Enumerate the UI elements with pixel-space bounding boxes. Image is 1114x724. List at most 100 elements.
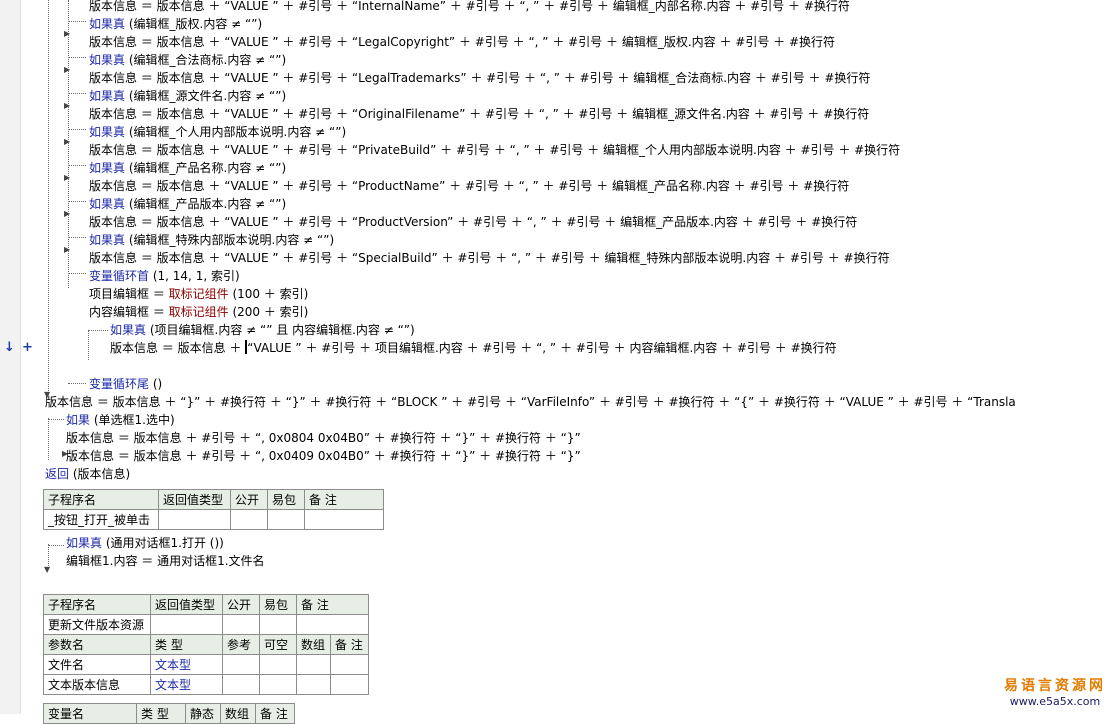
code-line[interactable]: 如果真 (编辑框_版权.内容 ≠ “”) (89, 15, 262, 33)
tree-guide-line (48, 544, 49, 566)
table-header: 备 注 (304, 489, 384, 510)
site-watermark: 易语言资源网 www.e5a5x.com (1004, 675, 1106, 708)
code-line[interactable]: 如果真 (项目编辑框.内容 ≠ “” 且 内容编辑框.内容 ≠ “”) (110, 321, 415, 339)
code-line[interactable]: 如果真 (编辑框_产品版本.内容 ≠ “”) (89, 195, 286, 213)
table-header: 公开 (230, 489, 268, 510)
code-line[interactable]: 版本信息 ＝ 版本信息 ＋ “VALUE ” ＋ #引号 ＋ “LegalCop… (89, 33, 835, 51)
code-line[interactable]: 如果 (单选框1.选中) (66, 411, 175, 429)
table-cell[interactable]: 文本型 (150, 674, 223, 695)
table-cell[interactable] (259, 654, 297, 675)
keyword-if-true: 如果真 (89, 17, 126, 31)
table-header: 参考 (222, 634, 260, 655)
code-line[interactable]: 如果真 (编辑框_源文件名.内容 ≠ “”) (89, 87, 286, 105)
code-line[interactable]: 如果真 (通用对话框1.打开 ()) (66, 534, 224, 552)
table-cell[interactable]: 文件名 (43, 654, 151, 675)
table-header: 数组 (295, 634, 332, 655)
flow-arrow-icon: ▶ (64, 65, 71, 74)
code-line[interactable]: 版本信息 ＝ 版本信息 ＋ “VALUE ” ＋ #引号 ＋ “Internal… (89, 0, 850, 15)
breakpoint-plus-icon[interactable]: + (22, 340, 33, 355)
table-header: 返回值类型 (150, 594, 223, 615)
execution-arrow-icon[interactable]: ↓ (4, 340, 15, 355)
table-cell[interactable] (222, 654, 260, 675)
keyword-if-true: 如果真 (89, 197, 126, 211)
table-cell[interactable]: 文本版本信息 (43, 674, 151, 695)
code-line[interactable]: 版本信息 ＝ 版本信息 ＋ “}” ＋ #换行符 ＋ “}” ＋ #换行符 ＋ … (45, 393, 1016, 411)
code-line[interactable]: 版本信息 ＝ 版本信息 ＋ “VALUE ” ＋ #引号 ＋ “PrivateB… (89, 141, 900, 159)
keyword-if-true: 如果真 (89, 161, 126, 175)
keyword-if-true: 如果真 (110, 323, 147, 337)
table-header: 返回值类型 (158, 489, 231, 510)
table-cell[interactable] (330, 654, 369, 675)
function-name: 取标记组件 (168, 287, 229, 301)
code-line[interactable]: 变量循环首 (1, 14, 1, 索引) (89, 267, 240, 285)
code-line[interactable]: 版本信息 ＝ 版本信息 ＋ #引号 ＋ “, 0x0804 0x04B0” ＋ … (66, 429, 581, 447)
table-header: 子程序名 (43, 594, 151, 615)
flow-arrow-icon: ▶ (64, 209, 71, 218)
table-header: 易包 (259, 594, 297, 615)
code-line[interactable]: 项目编辑框 ＝ 取标记组件 (100 ＋ 索引) (89, 285, 308, 303)
keyword-if: 如果 (66, 413, 91, 427)
function-name: 取标记组件 (168, 305, 229, 319)
keyword-return: 返回 (45, 467, 70, 481)
code-line[interactable]: 版本信息 ＝ 版本信息 ＋ “VALUE ” ＋ #引号 ＋ “SpecialB… (89, 249, 890, 267)
keyword-if-true: 如果真 (89, 89, 126, 103)
code-line[interactable]: 版本信息 ＝ 版本信息 ＋ “VALUE ” ＋ #引号 ＋ “Original… (89, 105, 869, 123)
code-line[interactable]: 如果真 (编辑框_产品名称.内容 ≠ “”) (89, 159, 286, 177)
table-header: 参数名 (43, 634, 151, 655)
flow-arrow-icon: ▶ (64, 173, 71, 182)
table-cell[interactable] (230, 509, 268, 530)
code-line[interactable]: 如果真 (编辑框_个人用内部版本说明.内容 ≠ “”) (89, 123, 346, 141)
code-line[interactable]: 返回 (版本信息) (45, 465, 130, 483)
table-cell[interactable] (259, 614, 297, 635)
keyword-if-true: 如果真 (89, 233, 126, 247)
table-cell[interactable] (259, 674, 297, 695)
table-header: 公开 (222, 594, 260, 615)
code-line[interactable]: 版本信息 ＝ 版本信息 ＋ “VALUE ” ＋ #引号 ＋ “ProductV… (89, 213, 857, 231)
table-cell[interactable] (222, 614, 260, 635)
table-header: 易包 (267, 489, 305, 510)
code-line[interactable]: 编辑框1.内容 ＝ 通用对话框1.文件名 (66, 552, 265, 570)
table-cell[interactable] (295, 674, 332, 695)
table-header: 备 注 (330, 634, 369, 655)
code-line[interactable]: 版本信息 ＝ 版本信息 ＋ #引号 ＋ “, 0x0409 0x04B0” ＋ … (66, 447, 581, 465)
flow-arrow-icon: ▶ (64, 29, 71, 38)
table-cell[interactable] (150, 614, 223, 635)
subroutine-table-update-resource: 子程序名 返回值类型 公开 易包 备 注 更新文件版本资源 参数名 类 型 参考… (43, 594, 369, 695)
flow-arrow-icon: ▶ (64, 101, 71, 110)
keyword-loop-end: 变量循环尾 (89, 377, 150, 391)
table-header: 子程序名 (43, 489, 159, 510)
keyword-if-true: 如果真 (89, 125, 126, 139)
table-cell[interactable] (330, 674, 369, 695)
table-cell[interactable]: 文本型 (150, 654, 223, 675)
table-cell[interactable]: 更新文件版本资源 (43, 614, 151, 635)
editor-gutter (0, 0, 21, 714)
tree-guide-line (88, 330, 89, 360)
table-cell[interactable] (304, 509, 384, 530)
table-header: 类 型 (150, 634, 223, 655)
code-line[interactable]: 内容编辑框 ＝ 取标记组件 (200 ＋ 索引) (89, 303, 308, 321)
watermark-title: 易语言资源网 (1004, 678, 1106, 694)
table-header: 备 注 (296, 594, 369, 615)
code-line[interactable]: 如果真 (编辑框_特殊内部版本说明.内容 ≠ “”) (89, 231, 334, 249)
code-line[interactable]: 版本信息 ＝ 版本信息 ＋ “VALUE ” ＋ #引号 ＋ “LegalTra… (89, 69, 870, 87)
table-cell[interactable]: _按钮_打开_被单击 (43, 509, 159, 530)
tree-guide-line (48, 0, 49, 395)
table-cell[interactable] (158, 509, 231, 530)
table-cell[interactable] (295, 654, 332, 675)
code-line[interactable]: 如果真 (编辑框_合法商标.内容 ≠ “”) (89, 51, 286, 69)
flow-arrow-down-icon: ▼ (44, 565, 51, 574)
code-line[interactable]: 变量循环尾 () (89, 375, 162, 393)
flow-arrow-icon: ▶ (64, 137, 71, 146)
watermark-url: www.e5a5x.com (1009, 695, 1101, 708)
code-line[interactable]: 版本信息 ＝ 版本信息 ＋ “VALUE ” ＋ #引号 ＋ “ProductN… (89, 177, 849, 195)
table-header: 可空 (259, 634, 297, 655)
table-cell[interactable] (296, 614, 369, 635)
keyword-if-true: 如果真 (66, 536, 103, 550)
table-cell[interactable] (222, 674, 260, 695)
subroutine-table-open-click: 子程序名 返回值类型 公开 易包 备 注 _按钮_打开_被单击 (43, 489, 384, 530)
code-line-current[interactable]: 版本信息 ＝ 版本信息 ＋ “VALUE ” ＋ #引号 ＋ 项目编辑框.内容 … (110, 339, 837, 357)
flow-arrow-icon: ▶ (64, 245, 71, 254)
keyword-loop-start: 变量循环首 (89, 269, 150, 283)
table-cell[interactable] (267, 509, 305, 530)
keyword-if-true: 如果真 (89, 53, 126, 67)
